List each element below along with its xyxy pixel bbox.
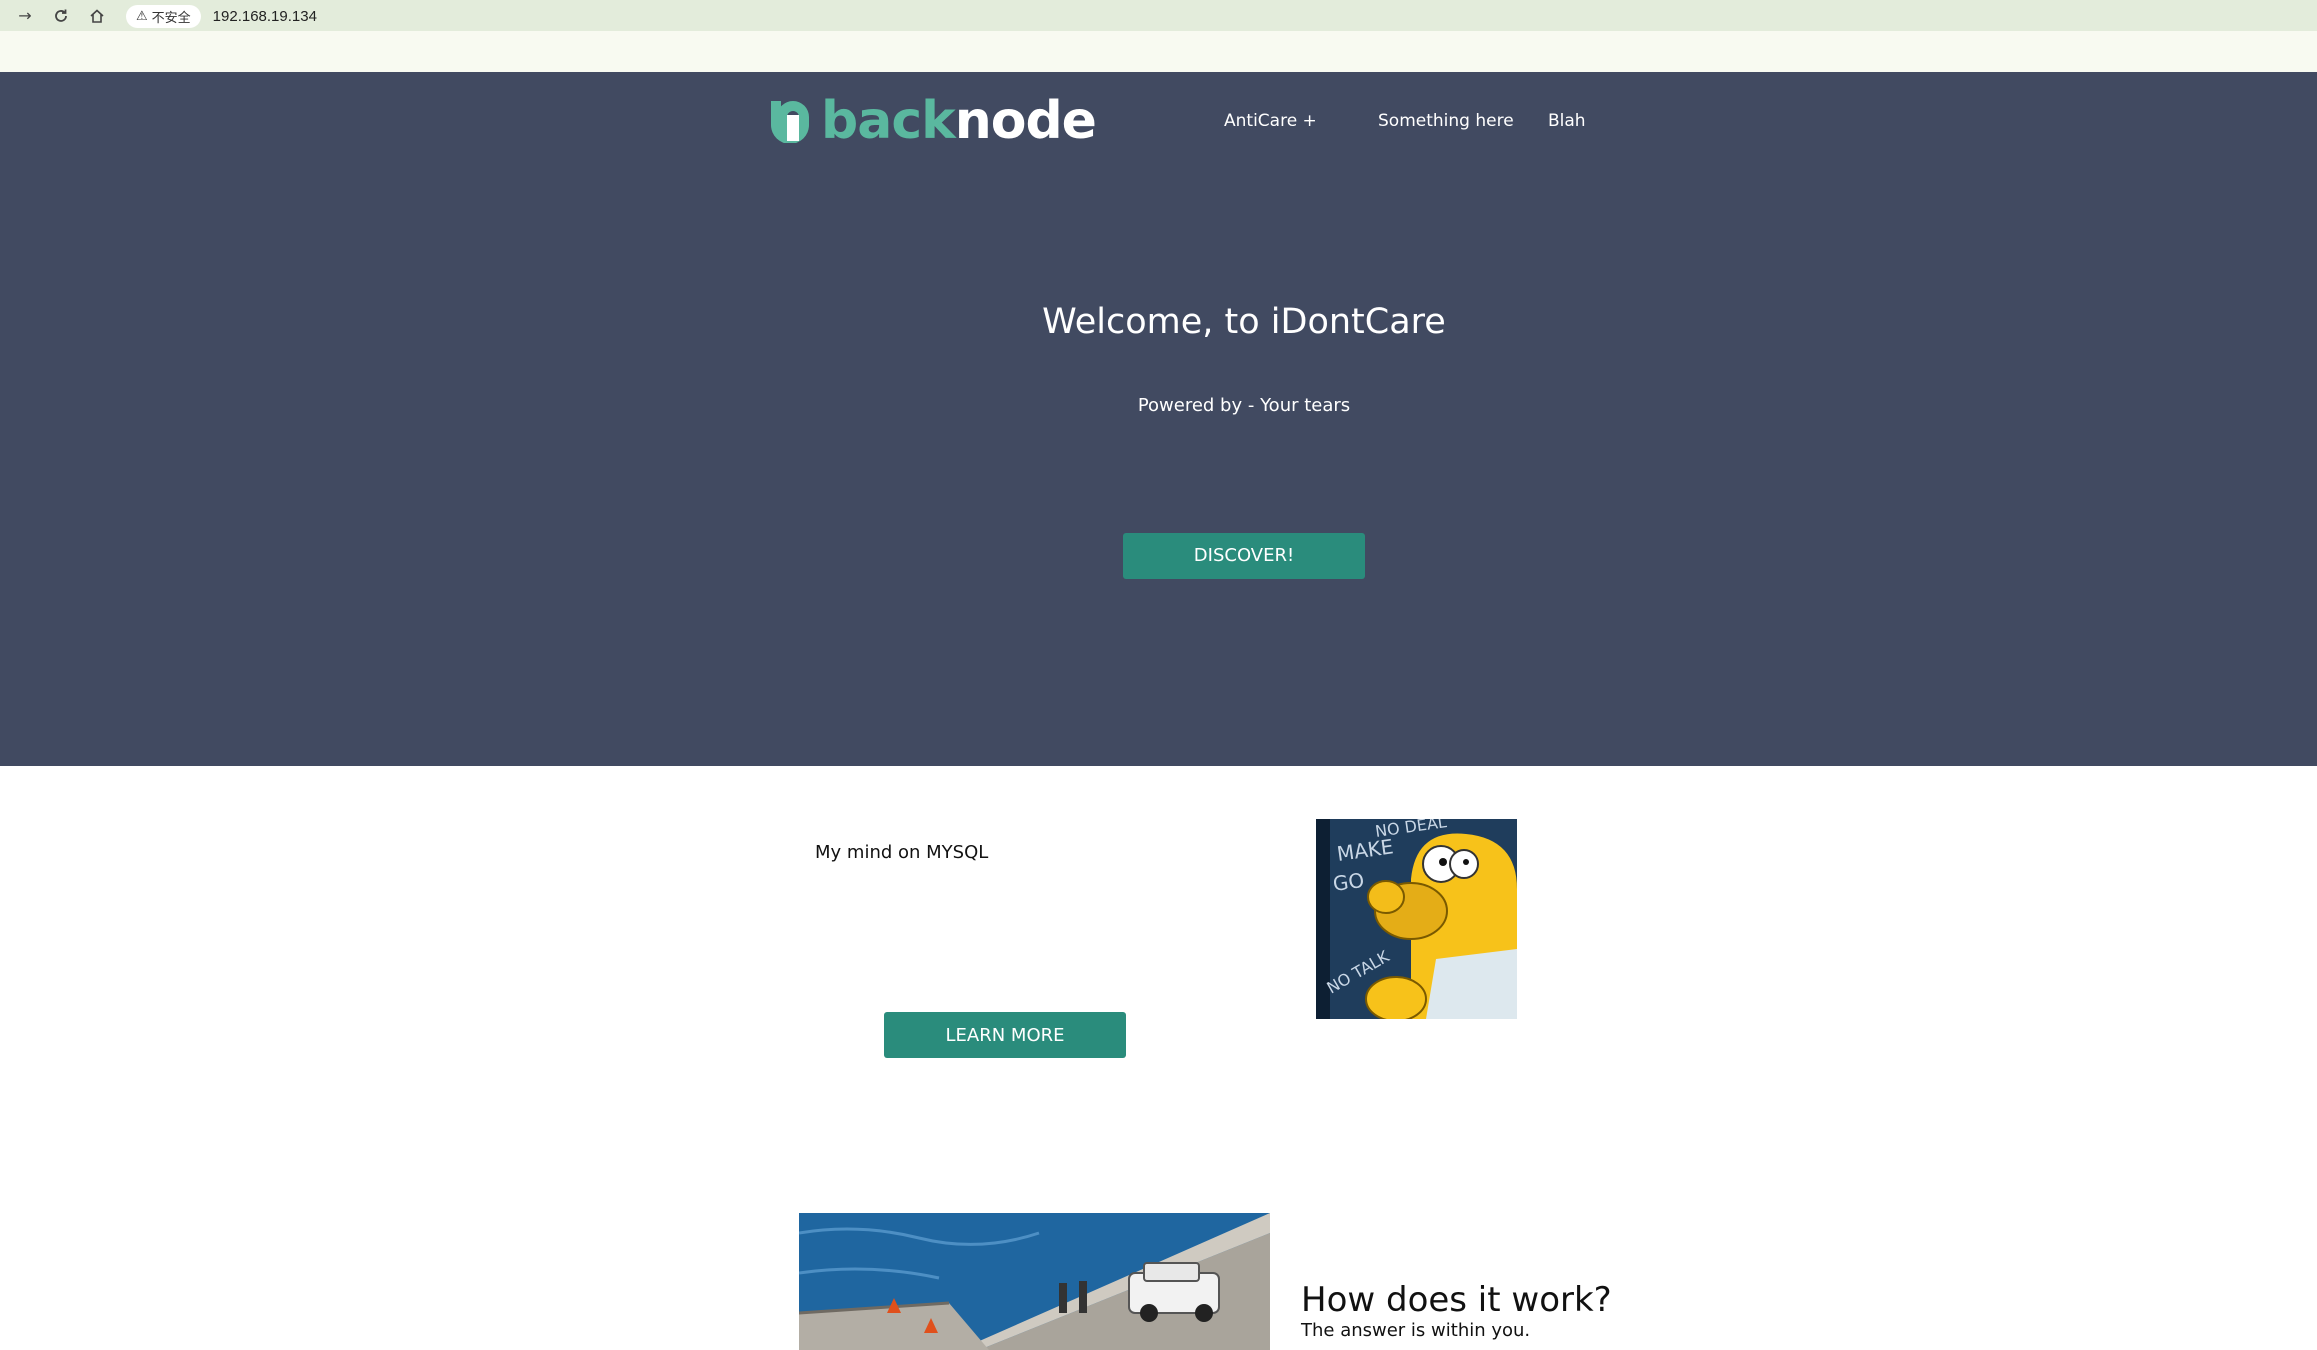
forward-icon[interactable]: → xyxy=(14,5,36,27)
feature-text: My mind on MYSQL xyxy=(815,842,989,863)
logo-mark-icon xyxy=(771,101,809,143)
security-indicator[interactable]: ⚠ 不安全 xyxy=(126,4,201,28)
brand-logo[interactable]: back node xyxy=(767,91,1097,151)
home-icon[interactable] xyxy=(86,5,108,27)
nav-item-anticare[interactable]: AntiCare + xyxy=(1224,111,1317,131)
infobar xyxy=(0,31,2317,73)
browser-toolbar: → ⚠ 不安全 192.168.19.134 xyxy=(0,0,2317,31)
security-label: 不安全 xyxy=(151,9,191,25)
reload-icon[interactable] xyxy=(50,5,72,27)
warning-icon: ⚠ xyxy=(136,8,148,23)
discover-button[interactable]: DISCOVER! xyxy=(1123,533,1365,579)
nav-item-something-here[interactable]: Something here xyxy=(1378,111,1514,131)
how-it-works-title: How does it work? xyxy=(1301,1280,1612,1320)
learn-more-button[interactable]: LEARN MORE xyxy=(884,1012,1126,1058)
hero-title: Welcome, to iDontCare xyxy=(1042,302,1446,342)
pier-image xyxy=(799,1213,1270,1350)
hero-subtitle: Powered by - Your tears xyxy=(1137,395,1351,416)
hero-section xyxy=(0,72,2317,766)
nav-item-blah[interactable]: Blah xyxy=(1548,111,1586,131)
logo-text-back: back xyxy=(821,91,956,151)
logo-text-node: node xyxy=(954,91,1097,151)
how-it-works-subtitle: The answer is within you. xyxy=(1301,1320,1531,1341)
image-scribble-2: GO xyxy=(1331,868,1365,896)
address-bar[interactable]: ⚠ 不安全 192.168.19.134 xyxy=(126,3,2306,29)
homer-image: MAKE GO NO DEAL NO TALK xyxy=(1316,819,1517,1019)
url-text[interactable]: 192.168.19.134 xyxy=(213,8,317,25)
